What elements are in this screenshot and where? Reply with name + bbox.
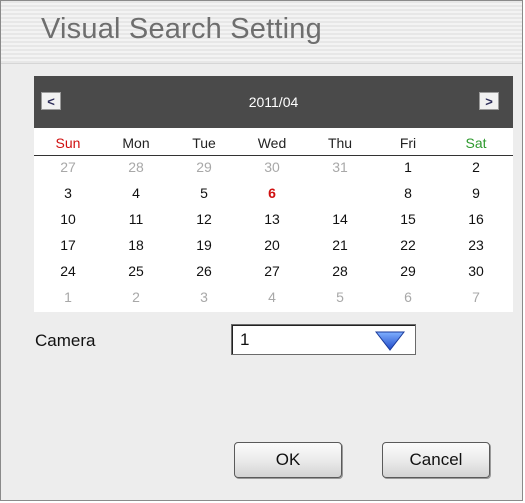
calendar-day[interactable]: 30	[442, 260, 510, 282]
calendar-day[interactable]: 4	[102, 182, 170, 204]
weekday-wed: Wed	[257, 135, 287, 151]
calendar: < 2011/04 > Sun Mon Tue Wed Thu Fri Sat …	[34, 76, 513, 312]
calendar-day[interactable]: 10	[34, 208, 102, 230]
calendar-day[interactable]: 29	[374, 260, 442, 282]
next-month-button[interactable]: >	[479, 92, 499, 110]
chevron-right-icon: >	[485, 93, 493, 109]
calendar-day[interactable]: 3	[34, 182, 102, 204]
calendar-day[interactable]: 3	[170, 286, 238, 308]
ok-button[interactable]: OK	[234, 442, 342, 478]
dialog-title: Visual Search Setting	[41, 13, 322, 45]
weekday-header-row: Sun Mon Tue Wed Thu Fri Sat	[34, 135, 513, 156]
calendar-day[interactable]: 29	[170, 156, 238, 178]
month-label: 2011/04	[248, 94, 299, 110]
calendar-day[interactable]: 22	[374, 234, 442, 256]
weekday-sat: Sat	[465, 135, 487, 151]
calendar-header: < 2011/04 >	[34, 76, 513, 128]
calendar-day[interactable]: 6	[238, 182, 306, 204]
calendar-day[interactable]: 1	[34, 286, 102, 308]
calendar-day[interactable]: 25	[102, 260, 170, 282]
calendar-day[interactable]: 19	[170, 234, 238, 256]
camera-label: Camera	[35, 331, 96, 350]
calendar-day[interactable]: 9	[442, 182, 510, 204]
calendar-day[interactable]: 7	[306, 182, 374, 204]
calendar-day[interactable]: 20	[238, 234, 306, 256]
calendar-day[interactable]: 31	[306, 156, 374, 178]
cancel-button[interactable]: Cancel	[382, 442, 490, 478]
calendar-day[interactable]: 5	[306, 286, 374, 308]
calendar-day[interactable]: 7	[442, 286, 510, 308]
calendar-day[interactable]: 17	[34, 234, 102, 256]
calendar-day[interactable]: 11	[102, 208, 170, 230]
calendar-day[interactable]: 14	[306, 208, 374, 230]
weekday-thu: Thu	[327, 135, 353, 151]
calendar-day[interactable]: 4	[238, 286, 306, 308]
calendar-day[interactable]: 2	[102, 286, 170, 308]
calendar-day[interactable]: 13	[238, 208, 306, 230]
title-bar: Visual Search Setting	[1, 1, 522, 64]
calendar-day[interactable]: 21	[306, 234, 374, 256]
camera-select[interactable]: 1	[231, 324, 416, 355]
weekday-sun: Sun	[55, 135, 81, 151]
calendar-day[interactable]: 27	[238, 260, 306, 282]
calendar-day[interactable]: 28	[102, 156, 170, 178]
calendar-day[interactable]: 5	[170, 182, 238, 204]
calendar-day[interactable]: 16	[442, 208, 510, 230]
calendar-day[interactable]: 28	[306, 260, 374, 282]
calendar-day[interactable]: 26	[170, 260, 238, 282]
visual-search-dialog: Visual Search Setting < 2011/04 > Sun Mo…	[0, 0, 523, 501]
camera-value: 1	[240, 330, 250, 349]
calendar-day[interactable]: 23	[442, 234, 510, 256]
calendar-day[interactable]: 30	[238, 156, 306, 178]
calendar-day[interactable]: 2	[442, 156, 510, 178]
weekday-mon: Mon	[122, 135, 150, 151]
calendar-day[interactable]: 6	[374, 286, 442, 308]
calendar-day[interactable]: 12	[170, 208, 238, 230]
calendar-day[interactable]: 27	[34, 156, 102, 178]
weekday-tue: Tue	[192, 135, 216, 151]
calendar-day[interactable]: 15	[374, 208, 442, 230]
calendar-day[interactable]: 1	[374, 156, 442, 178]
calendar-day[interactable]: 8	[374, 182, 442, 204]
calendar-day[interactable]: 18	[102, 234, 170, 256]
dropdown-arrow-icon[interactable]	[375, 331, 405, 351]
weekday-fri: Fri	[399, 135, 417, 151]
calendar-day[interactable]: 24	[34, 260, 102, 282]
